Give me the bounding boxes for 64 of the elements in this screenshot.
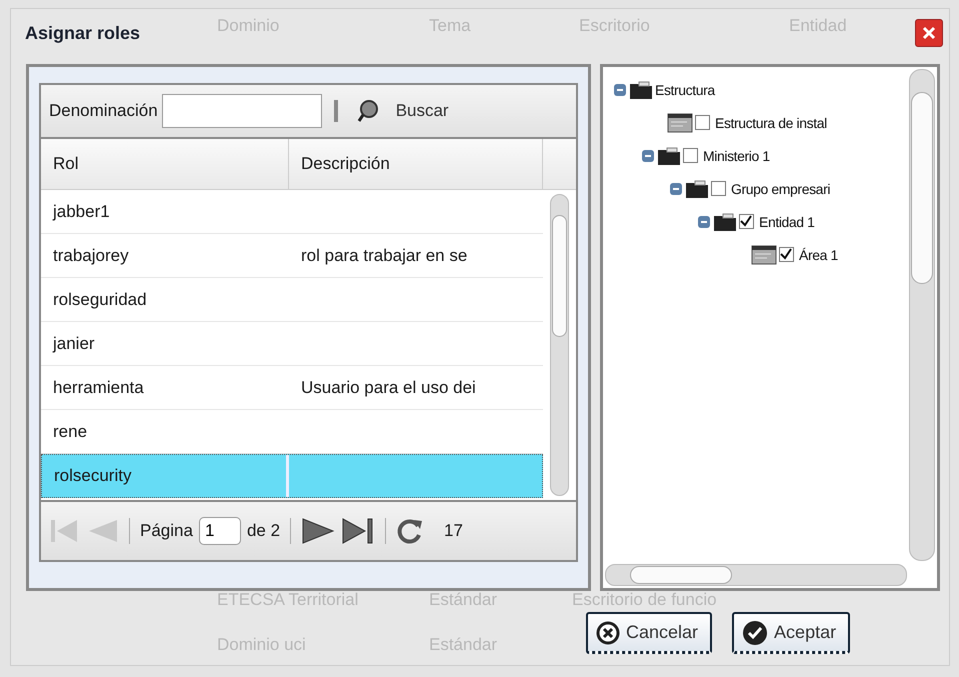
record-count: 17 [444,521,463,541]
checkbox[interactable] [695,115,710,130]
page-label: Página [140,521,193,541]
table-row[interactable]: trabajorey rol para trabajar en se [41,234,543,278]
table-cell: rolsecurity [42,455,290,497]
table-cell: Usuario para el uso dei [301,378,476,398]
scrollbar[interactable] [909,69,935,561]
accept-button[interactable]: Aceptar [732,612,850,654]
checkbox[interactable] [779,247,794,262]
table-row[interactable]: janier [41,322,543,366]
close-icon [921,25,937,41]
checkbox[interactable] [739,214,754,229]
collapse-icon[interactable] [641,148,655,162]
tree-node[interactable]: Estructura [613,73,937,106]
field-label: Denominación [49,101,158,121]
node-label: Ministerio 1 [703,148,770,164]
folder-icon [629,80,653,100]
tree-node[interactable]: Ministerio 1 [613,139,937,172]
node-label: Grupo empresari [731,180,830,196]
node-label: Estructura de instal [715,114,827,130]
collapse-icon[interactable] [669,182,683,196]
folder-icon [713,212,737,232]
table-row[interactable]: herramienta Usuario para el uso dei [41,366,543,410]
close-button[interactable] [915,19,943,47]
refresh-icon[interactable] [396,517,424,545]
node-label: Entidad 1 [759,214,815,230]
folder-icon [657,146,681,166]
search-button[interactable]: Buscar [350,98,453,124]
page-field[interactable]: 1 [198,517,241,545]
column-header[interactable]: Rol [41,139,289,189]
tree-node[interactable]: Grupo empresari [613,172,937,205]
table-cell-text: jabber1 [52,200,111,222]
table-cell-text: rolseguridad [52,288,148,310]
document-icon [751,244,777,264]
document-icon [667,112,693,132]
table-cell-text: trabajorey [52,244,130,266]
tree-node[interactable]: Área 1 [613,238,937,271]
table-cell: rol para trabajar en se [301,246,468,266]
table-cell-text: janier [52,332,96,354]
collapse-icon[interactable] [697,214,711,228]
table-row[interactable]: rolsecurity [41,454,543,498]
last-page-icon[interactable] [341,517,376,545]
cancel-button[interactable]: Cancelar [586,612,712,654]
tree-node[interactable]: Estructura de instal [613,106,937,139]
folder-icon [685,178,709,198]
scrollbar[interactable] [550,194,569,496]
collapse-icon[interactable] [613,82,627,96]
scrollbar[interactable] [605,564,907,586]
checkbox[interactable] [711,181,726,196]
table-row[interactable]: rolseguridad [41,278,543,322]
search-field[interactable] [162,94,322,128]
close-icon [596,620,620,644]
table-row[interactable]: jabber1 [41,190,543,234]
next-page-icon[interactable] [301,517,336,545]
column-header[interactable]: Descripción [289,139,543,189]
check-icon [742,620,768,646]
node-label: Área 1 [799,246,838,262]
tree-node[interactable]: Entidad 1 [613,205,937,238]
checkbox[interactable] [683,148,698,163]
table-cell-text: rene [52,420,88,442]
node-label: Estructura [655,82,715,98]
table-cell-text: herramienta [52,376,145,398]
window-title: Asignar roles [25,22,140,44]
page-count: de 2 [246,521,280,541]
